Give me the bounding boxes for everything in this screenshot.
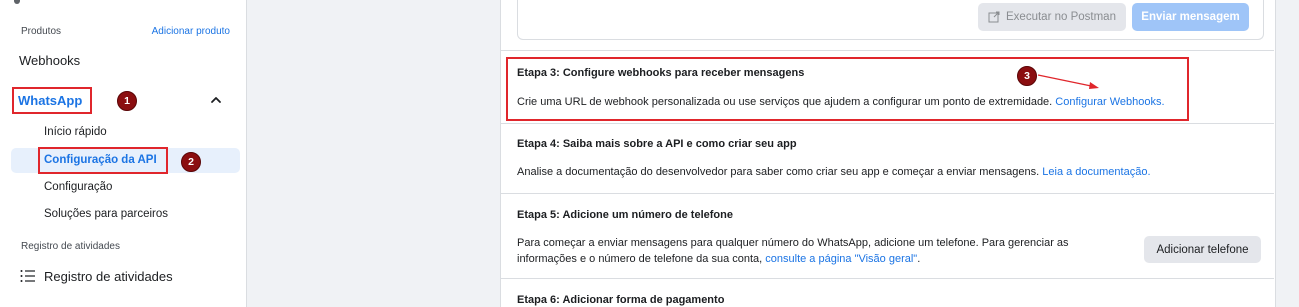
- divider: [501, 50, 1274, 51]
- sidebar-top-icon: [14, 0, 20, 4]
- run-in-postman-label: Executar no Postman: [1006, 11, 1116, 23]
- step5-title: Etapa 5: Adicione um número de telefone: [517, 209, 733, 221]
- step3-description: Crie uma URL de webhook personalizada ou…: [517, 94, 1165, 110]
- annotation-marker-3: 3: [1017, 66, 1037, 86]
- step3-title: Etapa 3: Configure webhooks para receber…: [517, 67, 805, 79]
- sidebar-item-whatsapp[interactable]: WhatsApp: [18, 93, 82, 108]
- send-message-button[interactable]: Enviar mensagem: [1132, 3, 1249, 31]
- sidebar: Produtos Adicionar produto Webhooks What…: [0, 0, 247, 307]
- activity-section-label: Registro de atividades: [21, 241, 120, 252]
- add-phone-button[interactable]: Adicionar telefone: [1144, 236, 1261, 263]
- step5-text-line1: Para começar a enviar mensagens para qua…: [517, 237, 1069, 249]
- add-product-link[interactable]: Adicionar produto: [152, 26, 230, 37]
- list-icon: [20, 270, 35, 282]
- divider: [501, 193, 1274, 194]
- external-link-icon: [988, 11, 1000, 23]
- step4-text: Analise a documentação do desenvolvedor …: [517, 166, 1040, 178]
- step5-text-line2: informações e o número de telefone da su…: [517, 253, 763, 265]
- step4-description: Analise a documentação do desenvolvedor …: [517, 164, 1151, 180]
- sidebar-item-api-config[interactable]: Configuração da API: [44, 154, 157, 166]
- divider: [501, 278, 1274, 279]
- configure-webhooks-link[interactable]: Configurar Webhooks.: [1055, 96, 1164, 108]
- step4-title: Etapa 4: Saiba mais sobre a API e como c…: [517, 138, 797, 150]
- products-section-label: Produtos: [21, 26, 62, 37]
- activity-log-label: Registro de atividades: [44, 268, 173, 284]
- overview-page-link[interactable]: consulte a página "Visão geral": [765, 253, 917, 265]
- step3-text: Crie uma URL de webhook personalizada ou…: [517, 96, 1053, 108]
- annotation-arrow: [1037, 74, 1099, 89]
- run-in-postman-button[interactable]: Executar no Postman: [978, 3, 1126, 31]
- annotation-marker-1: 1: [117, 91, 137, 111]
- sidebar-item-configuration[interactable]: Configuração: [44, 181, 112, 193]
- step5-text-end: .: [917, 253, 921, 265]
- chevron-up-icon[interactable]: [210, 95, 222, 105]
- annotation-marker-2: 2: [181, 152, 201, 172]
- sidebar-item-webhooks[interactable]: Webhooks: [19, 53, 80, 68]
- step6-title: Etapa 6: Adicionar forma de pagamento: [517, 294, 725, 306]
- sidebar-item-partner-solutions[interactable]: Soluções para parceiros: [44, 208, 168, 220]
- step5-description: Para começar a enviar mensagens para qua…: [517, 235, 1117, 267]
- sidebar-item-quick-start[interactable]: Início rápido: [44, 126, 107, 138]
- read-docs-link[interactable]: Leia a documentação.: [1042, 166, 1150, 178]
- sidebar-item-activity-log[interactable]: Registro de atividades: [20, 266, 173, 286]
- divider: [501, 123, 1274, 124]
